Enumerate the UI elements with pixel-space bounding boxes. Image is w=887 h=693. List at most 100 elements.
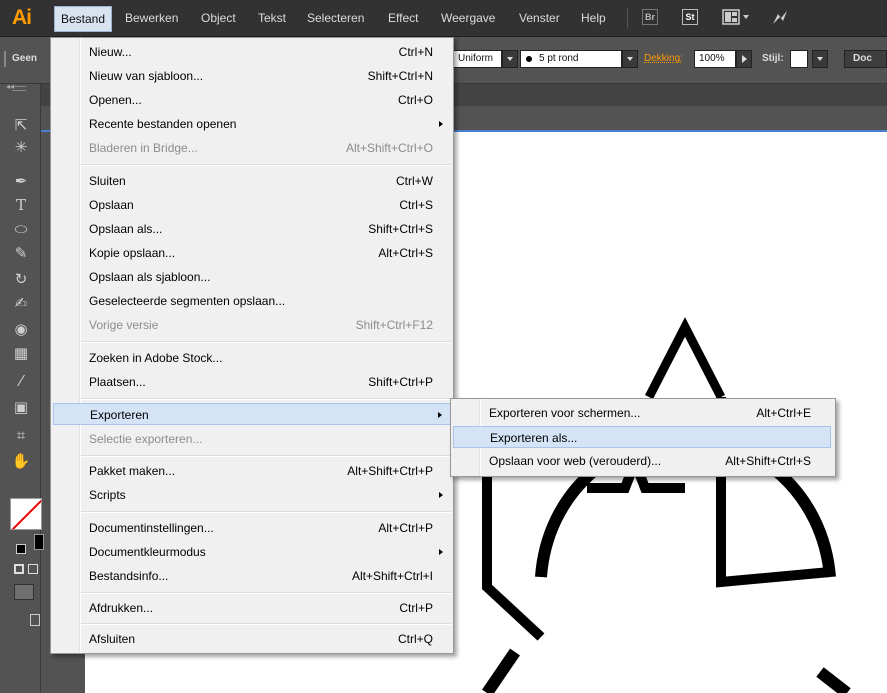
menu-item-opslaan-als[interactable]: Opslaan als... Shift+Ctrl+S	[53, 218, 451, 240]
menu-bestand[interactable]: Bestand	[54, 6, 113, 32]
menu-weergave[interactable]: Weergave	[441, 10, 495, 26]
menu-item-shortcut: Alt+Shift+Ctrl+I	[351, 569, 433, 583]
submenu-item-exporteren-als[interactable]: Exporteren als...	[453, 426, 831, 448]
symbol-sprayer-icon[interactable]: ▣	[10, 396, 32, 418]
menu-item-opslaan-als-sjabloon[interactable]: Opslaan als sjabloon...	[53, 266, 451, 288]
menu-item-bestandsinfo[interactable]: Bestandsinfo... Alt+Shift+Ctrl+I	[53, 565, 451, 587]
gpu-performance-icon[interactable]	[770, 8, 790, 28]
selection-icon[interactable]: ⇱	[10, 114, 32, 136]
menu-item-shortcut: Alt+Ctrl+S	[378, 246, 433, 260]
menu-item-kopie-opslaan[interactable]: Kopie opslaan... Alt+Ctrl+S	[53, 242, 451, 264]
menu-item-shortcut: Ctrl+P	[399, 601, 433, 615]
menu-item-label: Afdrukken...	[89, 601, 154, 615]
collapse-icon[interactable]: ◂◂	[6, 82, 14, 91]
brush-dropdown[interactable]	[622, 50, 638, 68]
menu-item-label: Opslaan als...	[89, 222, 163, 236]
panel-grip[interactable]	[4, 51, 6, 67]
menu-item-label: Geselecteerde segmenten opslaan...	[89, 294, 286, 308]
screen-mode-icon[interactable]	[30, 614, 40, 626]
style-dropdown[interactable]	[812, 50, 828, 68]
eyedropper-icon[interactable]: ⁄	[10, 370, 32, 392]
opacity-slider-button[interactable]	[736, 50, 752, 68]
document-setup-button[interactable]: Doc	[844, 50, 887, 68]
bridge-button[interactable]: Br	[642, 9, 658, 25]
menu-item-sluiten[interactable]: Sluiten Ctrl+W	[53, 170, 451, 192]
default-colors-icon[interactable]	[16, 544, 26, 554]
shape-builder-icon[interactable]: ◉	[10, 318, 32, 340]
rotate-icon[interactable]: ↻	[10, 268, 32, 290]
menu-item-label: Documentkleurmodus	[89, 545, 206, 559]
menu-item-shortcut: Shift+Ctrl+S	[368, 222, 433, 236]
gradient-mode-icon[interactable]	[28, 564, 38, 574]
ellipse-icon[interactable]: ⬭	[10, 218, 32, 240]
menu-item-shortcut: Ctrl+S	[399, 198, 433, 212]
menu-item-exporteren[interactable]: Exporteren	[53, 403, 451, 425]
submenu-arrow-icon	[439, 121, 443, 127]
artwork-left-side	[482, 477, 545, 641]
menu-separator	[81, 511, 451, 513]
menu-item-label: Bestandsinfo...	[89, 569, 169, 583]
selection-status: Geen	[12, 53, 38, 64]
menu-item-zoeken-adobe-stock[interactable]: Zoeken in Adobe Stock...	[53, 347, 451, 369]
artboard-icon[interactable]: ⌗	[10, 424, 32, 446]
submenu-item-opslaan-voor-web[interactable]: Opslaan voor web (verouderd)... Alt+Shift…	[453, 450, 831, 472]
menu-item-scripts[interactable]: Scripts	[53, 484, 451, 506]
file-menu: Nieuw... Ctrl+N Nieuw van sjabloon... Shif…	[50, 37, 454, 654]
profile-dropdown[interactable]	[502, 50, 518, 68]
opacity-input[interactable]: 100%	[694, 50, 736, 68]
menu-item-plaatsen[interactable]: Plaatsen... Shift+Ctrl+P	[53, 371, 451, 393]
type-icon[interactable]: T	[10, 194, 32, 216]
stroke-swatch[interactable]	[34, 534, 44, 550]
brush-definition[interactable]: 5 pt rond	[520, 50, 622, 68]
toolbar-grip[interactable]	[12, 86, 26, 91]
menu-item-label: Afsluiten	[89, 632, 136, 646]
menu-item-selectie-exporteren: Selectie exporteren...	[53, 428, 451, 450]
submenu-arrow-icon	[438, 412, 442, 418]
menu-item-nieuw-van-sjabloon[interactable]: Nieuw van sjabloon... Shift+Ctrl+N	[53, 65, 451, 87]
menu-item-label: Exporteren	[90, 408, 149, 422]
hand-icon[interactable]: ✋	[10, 450, 32, 472]
width-icon[interactable]: ✍	[10, 292, 32, 314]
arrange-documents-icon[interactable]	[722, 9, 749, 25]
submenu-arrow-icon	[439, 492, 443, 498]
pencil-icon[interactable]: ✎	[10, 242, 32, 264]
menu-item-documentkleurmodus[interactable]: Documentkleurmodus	[53, 541, 451, 563]
menu-item-label: Nieuw van sjabloon...	[89, 69, 204, 83]
stock-button[interactable]: St	[682, 9, 698, 25]
menu-item-label: Pakket maken...	[89, 464, 176, 478]
menu-item-opslaan[interactable]: Opslaan Ctrl+S	[53, 194, 451, 216]
menu-separator	[627, 8, 628, 28]
menu-item-documentinstellingen[interactable]: Documentinstellingen... Alt+Ctrl+P	[53, 517, 451, 539]
menu-venster[interactable]: Venster	[519, 10, 560, 26]
menu-separator	[81, 341, 451, 343]
menu-item-afsluiten[interactable]: Afsluiten Ctrl+Q	[53, 628, 451, 650]
style-swatch[interactable]	[790, 50, 808, 68]
variable-width-profile[interactable]: Uniform	[454, 50, 502, 68]
menu-item-openen[interactable]: Openen... Ctrl+O	[53, 89, 451, 111]
menu-bewerken[interactable]: Bewerken	[125, 10, 178, 26]
tools-panel: ◂◂ ⇱ ✳ ✒ T ⬭ ✎ ↻ ✍ ◉ ▦ ⁄ ▣ ⌗ ✋	[0, 82, 44, 693]
menu-item-recente-bestanden[interactable]: Recente bestanden openen	[53, 113, 451, 135]
app-logo: Ai	[12, 6, 32, 29]
menu-selecteren[interactable]: Selecteren	[307, 10, 364, 26]
menu-help[interactable]: Help	[581, 10, 606, 26]
fill-swatch[interactable]	[10, 498, 42, 530]
artwork-lower-left-line	[482, 648, 520, 693]
draw-mode-icon[interactable]	[14, 584, 34, 600]
menu-effect[interactable]: Effect	[388, 10, 418, 26]
menu-tekst[interactable]: Tekst	[258, 10, 286, 26]
submenu-item-exporteren-voor-schermen[interactable]: Exporteren voor schermen... Alt+Ctrl+E	[453, 402, 831, 424]
menu-item-nieuw[interactable]: Nieuw... Ctrl+N	[53, 41, 451, 63]
menu-object[interactable]: Object	[201, 10, 236, 26]
menu-item-afdrukken[interactable]: Afdrukken... Ctrl+P	[53, 597, 451, 619]
menu-item-shortcut: Shift+Ctrl+P	[368, 375, 433, 389]
menu-item-pakket-maken[interactable]: Pakket maken... Alt+Shift+Ctrl+P	[53, 460, 451, 482]
menu-item-label: Opslaan	[89, 198, 134, 212]
color-mode-icon[interactable]	[14, 564, 24, 574]
pen-icon[interactable]: ✒	[10, 170, 32, 192]
menu-item-segmenten-opslaan[interactable]: Geselecteerde segmenten opslaan...	[53, 290, 451, 312]
perspective-grid-icon[interactable]: ▦	[10, 342, 32, 364]
style-label: Stijl:	[762, 53, 784, 64]
magic-wand-icon[interactable]: ✳	[10, 136, 32, 158]
opacity-label[interactable]: Dekking:	[644, 53, 683, 64]
